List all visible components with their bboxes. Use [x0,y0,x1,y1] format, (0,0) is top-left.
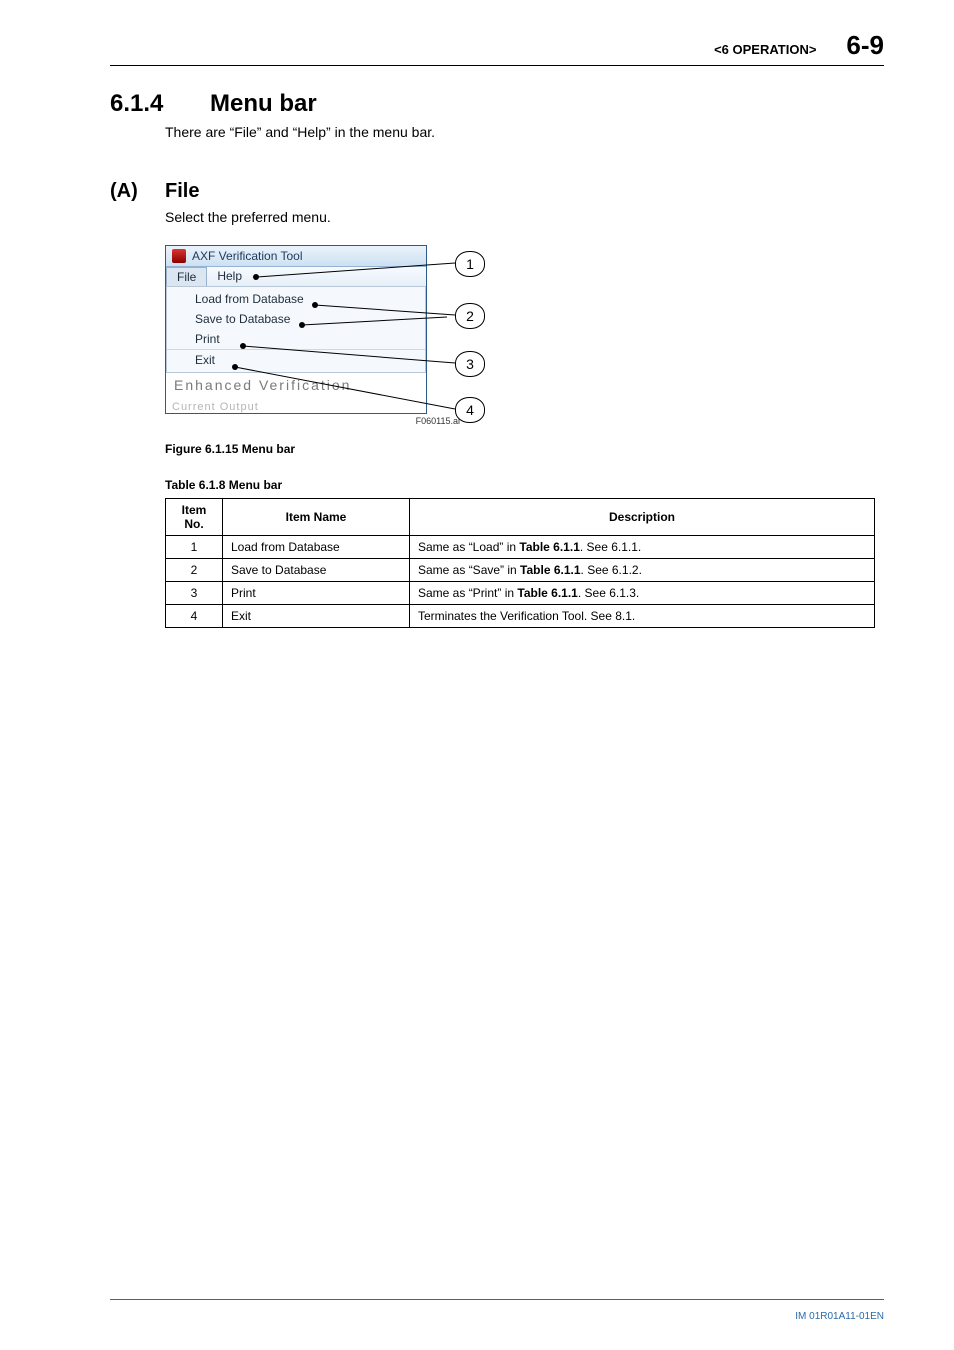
cell-no: 3 [166,582,223,605]
leader-dot [299,322,305,328]
section-heading: 6.1.4 Menu bar [110,90,884,118]
page: <6 OPERATION> 6-9 6.1.4 Menu bar There a… [0,0,954,1350]
subsection-title: File [165,180,199,203]
subsection-letter: (A) [110,180,165,203]
subsection-heading: (A) File [110,180,884,203]
cell-desc: Same as “Save” in Table 6.1.1. See 6.1.2… [410,559,875,582]
section-title: Menu bar [210,90,317,118]
menu-item-print[interactable]: Print [167,329,425,350]
cell-no: 1 [166,536,223,559]
cell-desc: Same as “Load” in Table 6.1.1. See 6.1.1… [410,536,875,559]
th-description: Description [410,499,875,536]
callout-3: 3 [455,351,485,377]
figure-caption: Figure 6.1.15 Menu bar [165,442,884,456]
table-row: 4 Exit Terminates the Verification Tool.… [166,605,875,628]
document-id: IM 01R01A11-01EN [795,1311,884,1322]
app-icon [172,249,186,263]
th-item-name: Item Name [223,499,410,536]
background-subtext: Current Output [172,401,426,413]
section-number: 6.1.4 [110,90,210,118]
titlebar: AXF Verification Tool [166,246,426,267]
callout-1: 1 [455,251,485,277]
figure-id: F060115.ai [165,416,460,426]
cell-desc: Terminates the Verification Tool. See 8.… [410,605,875,628]
menu-file[interactable]: File [166,267,207,286]
cell-no: 2 [166,559,223,582]
cell-no: 4 [166,605,223,628]
table-row: 2 Save to Database Same as “Save” in Tab… [166,559,875,582]
table-row: 1 Load from Database Same as “Load” in T… [166,536,875,559]
menu-table: Item No. Item Name Description 1 Load fr… [165,498,875,628]
leader-dot [232,364,238,370]
leader-dot [253,274,259,280]
cell-name: Load from Database [223,536,410,559]
footer-rule [110,1299,884,1300]
section-intro: There are “File” and “Help” in the menu … [165,124,884,140]
callout-4: 4 [455,397,485,423]
table-header-row: Item No. Item Name Description [166,499,875,536]
menu-item-exit[interactable]: Exit [167,350,425,370]
leader-dot [312,302,318,308]
table-row: 3 Print Same as “Print” in Table 6.1.1. … [166,582,875,605]
page-number: 6-9 [846,30,884,61]
menu-item-load[interactable]: Load from Database [167,289,425,309]
menubar: File Help [166,267,426,287]
leader-dot [240,343,246,349]
subsection-intro: Select the preferred menu. [165,209,884,225]
menu-help[interactable]: Help [207,267,252,286]
window-title: AXF Verification Tool [192,249,303,263]
menu-item-save[interactable]: Save to Database [167,309,425,329]
callout-2: 2 [455,303,485,329]
th-item-no: Item No. [166,499,223,536]
table-caption: Table 6.1.8 Menu bar [165,478,884,492]
cell-name: Print [223,582,410,605]
screenshot: AXF Verification Tool File Help Load fro… [165,245,495,414]
cell-name: Save to Database [223,559,410,582]
cell-name: Exit [223,605,410,628]
file-dropdown: Load from Database Save to Database Prin… [166,287,426,373]
app-window: AXF Verification Tool File Help Load fro… [165,245,427,414]
background-heading: Enhanced Verification [166,373,426,401]
cell-desc: Same as “Print” in Table 6.1.1. See 6.1.… [410,582,875,605]
chapter-label: <6 OPERATION> [714,42,816,57]
page-header: <6 OPERATION> 6-9 [110,30,884,66]
